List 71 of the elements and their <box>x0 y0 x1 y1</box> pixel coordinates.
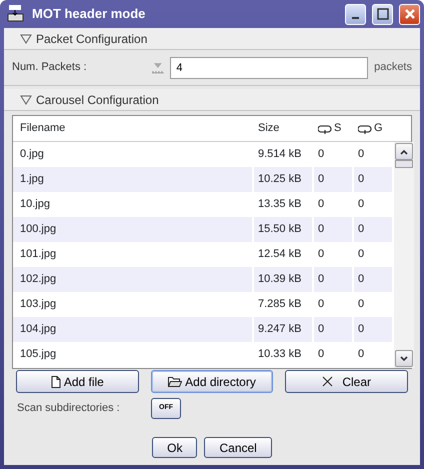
table-cell-text: 10.25 kB <box>258 172 302 188</box>
table-cell-text: 10.39 kB <box>258 272 302 288</box>
table-cell-text: 12.54 kB <box>258 247 302 262</box>
minimize-button[interactable] <box>345 4 366 24</box>
table-cell-text: 104.jpg <box>20 322 56 338</box>
section-header[interactable]: Carousel Configuration <box>4 89 420 111</box>
expanded-icon <box>20 94 32 104</box>
table-cell-text: 9.514 kB <box>258 147 302 162</box>
table-cell-text: 0 <box>318 172 324 188</box>
table-cell-text: 0.jpg <box>20 147 44 162</box>
table-cell-text: 15.50 kB <box>258 222 302 238</box>
window-title: MOT header mode <box>32 5 146 24</box>
action-button[interactable]: Add file <box>16 370 139 393</box>
ok-button[interactable]: Ok <box>152 437 198 458</box>
loop-icon <box>318 124 332 134</box>
unit-label: packets <box>374 60 412 76</box>
table-cell-text: 0 <box>358 347 364 362</box>
minimize-icon <box>352 17 359 19</box>
table-cell-text: 102.jpg <box>20 272 56 288</box>
table-cell-text: 0 <box>318 147 324 162</box>
table-cell-text: 0 <box>318 272 324 288</box>
table-cell-text: 7.285 kB <box>258 297 302 312</box>
close-icon <box>404 8 416 20</box>
maximize-button[interactable] <box>372 4 393 24</box>
scrollbar-thumb[interactable] <box>395 160 413 168</box>
cancel-button[interactable]: Cancel <box>204 437 272 458</box>
table-cell-text: 0 <box>318 222 324 238</box>
packets-field[interactable]: 4 <box>170 56 368 78</box>
table-cell-text: 0 <box>318 247 324 262</box>
folder-icon <box>168 376 182 387</box>
column-header[interactable]: Size <box>258 120 280 137</box>
table-cell-text: 0 <box>358 297 364 312</box>
table-cell-text: 0 <box>358 272 364 288</box>
table-cell-text: 0 <box>358 172 364 188</box>
close-button[interactable] <box>399 4 420 24</box>
section-header[interactable]: Packet Configuration <box>4 28 420 50</box>
table-cell-text: 0 <box>358 222 364 238</box>
table-cell-text: 0 <box>358 197 364 212</box>
table-cell-text: 9.247 kB <box>258 322 302 338</box>
table-cell-text: 105.jpg <box>20 347 56 362</box>
app-icon <box>6 4 26 24</box>
table-cell-text: 1.jpg <box>20 172 44 188</box>
column-header[interactable]: G <box>374 120 383 137</box>
column-header[interactable]: Filename <box>20 120 66 137</box>
scroll-down-button[interactable] <box>395 350 413 367</box>
file-icon <box>50 376 61 388</box>
table-cell-text: 0 <box>358 322 364 338</box>
table-cell-text: 0 <box>318 297 324 312</box>
expanded-icon <box>20 34 32 44</box>
action-button[interactable]: Clear <box>285 370 408 393</box>
maximize-icon <box>376 8 388 20</box>
action-button[interactable]: Add directory <box>150 370 274 393</box>
option-label: Scan subdirectories : <box>17 401 121 416</box>
table-cell-text: 10.jpg <box>20 197 50 212</box>
chevron-up-icon <box>400 148 408 154</box>
table-cell-text: 0 <box>358 247 364 262</box>
loop-icon <box>358 124 372 134</box>
table-cell-text: 0 <box>318 197 324 212</box>
table-cell-text: 13.35 kB <box>258 197 302 212</box>
table-cell-text: 100.jpg <box>20 222 56 238</box>
scroll-up-button[interactable] <box>395 143 413 160</box>
close-icon <box>322 376 334 387</box>
table-cell-text: 10.33 kB <box>258 347 302 362</box>
chevron-down-icon <box>400 356 408 362</box>
column-header[interactable]: S <box>334 120 342 137</box>
table-cell-text: 0 <box>358 147 364 162</box>
table-cell-text: 103.jpg <box>20 297 56 312</box>
field-label: Num. Packets : <box>12 60 88 76</box>
table-cell-text: 101.jpg <box>20 247 56 262</box>
table-cell-text: 0 <box>318 322 324 338</box>
table-cell-text: 0 <box>318 347 324 362</box>
